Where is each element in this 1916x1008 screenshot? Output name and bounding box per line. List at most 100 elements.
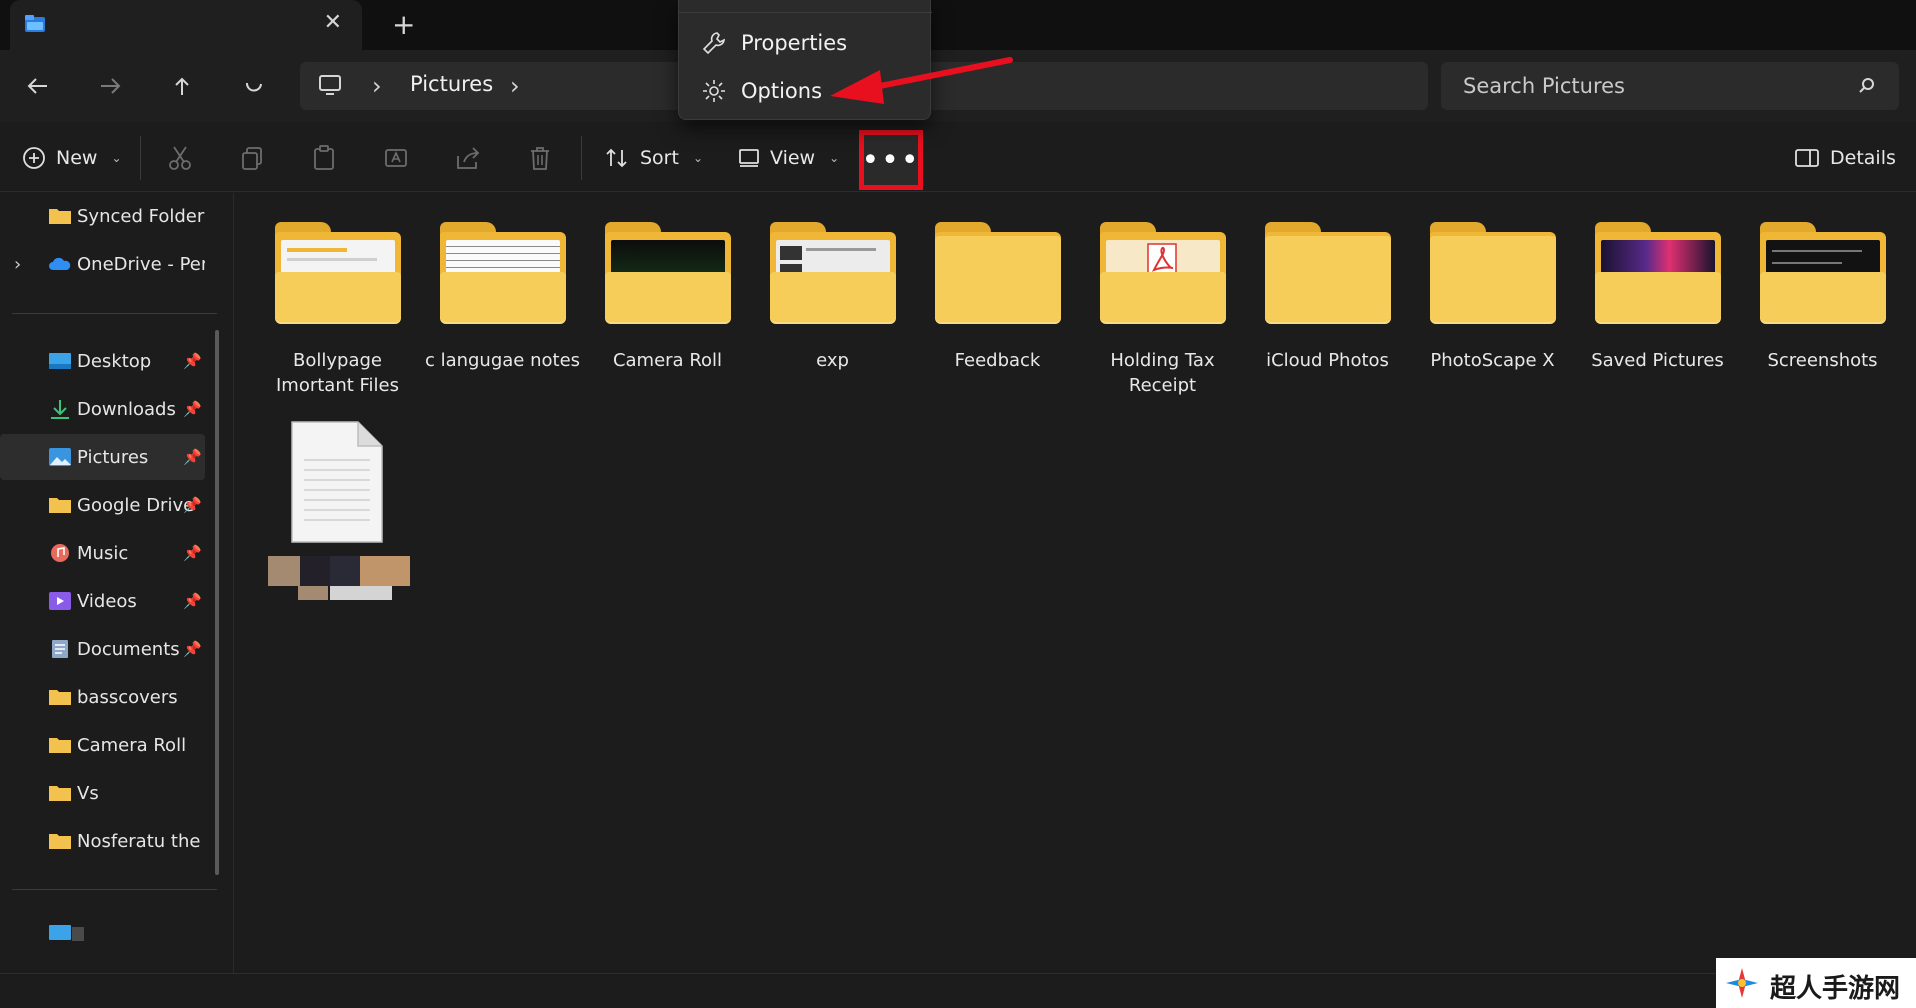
- sidebar-item-basscovers[interactable]: basscovers: [0, 674, 205, 720]
- pictures-icon: [49, 448, 71, 466]
- paste-icon[interactable]: [310, 144, 338, 172]
- back-button[interactable]: [18, 68, 58, 104]
- sidebar-item-music[interactable]: Music 📌: [0, 530, 205, 576]
- explorer-app-icon: [25, 15, 45, 32]
- toolbar-divider: [140, 136, 141, 180]
- folder-icon: [935, 222, 1061, 324]
- new-chevron-icon: ⌄: [111, 151, 122, 165]
- sidebar-item-nosferatu[interactable]: Nosferatu the Va: [0, 818, 205, 864]
- sort-button[interactable]: Sort ⌄: [604, 142, 703, 174]
- copy-icon[interactable]: [238, 144, 266, 172]
- item-name-line1: Holding Tax: [1110, 350, 1215, 371]
- sort-arrows-icon: [606, 148, 627, 168]
- details-pane-button[interactable]: Details: [1794, 142, 1896, 174]
- sidebar-item-onedrive[interactable]: › OneDrive - Perso: [0, 241, 205, 287]
- breadcrumb-pictures[interactable]: Pictures: [410, 72, 493, 96]
- document-file-icon[interactable]: [290, 420, 384, 544]
- sidebar-item-documents[interactable]: Documents 📌: [0, 626, 205, 672]
- expand-chevron-icon[interactable]: ›: [14, 254, 21, 275]
- search-input[interactable]: Search Pictures: [1463, 74, 1625, 98]
- this-pc-icon: [319, 75, 341, 95]
- sidebar-item-camera-roll[interactable]: Camera Roll: [0, 722, 205, 768]
- forward-button[interactable]: [90, 68, 130, 104]
- watermark-text: 超人手游网: [1770, 974, 1901, 1004]
- share-icon[interactable]: [454, 144, 482, 172]
- refresh-icon: [246, 82, 262, 92]
- this-pc-icon[interactable]: [48, 923, 86, 945]
- item-name-line2: Receipt: [1128, 375, 1197, 396]
- folder-icon: [49, 738, 71, 753]
- item-name-line1: PhotoScape X: [1430, 350, 1555, 371]
- wrench-icon: [702, 32, 725, 55]
- watermark-logo-icon: [1726, 968, 1758, 998]
- sort-label: Sort: [640, 147, 679, 169]
- status-bar: [0, 973, 1916, 1008]
- search-icon: [1859, 78, 1874, 93]
- folder-icon: [1430, 222, 1556, 324]
- refresh-button[interactable]: [234, 68, 274, 104]
- see-more-button[interactable]: •••: [859, 130, 923, 190]
- close-tab-button[interactable]: ✕: [324, 10, 342, 35]
- sidebar-item-google-drive[interactable]: Google Drive 📌: [0, 482, 205, 528]
- more-options-icon: •••: [861, 142, 921, 178]
- pin-icon: 📌: [183, 400, 202, 418]
- blurred-filename-thumbnail: [268, 556, 410, 600]
- breadcrumb-chevron-end[interactable]: ›: [510, 72, 520, 100]
- delete-icon[interactable]: [526, 144, 554, 172]
- view-icon: [739, 149, 759, 167]
- pin-icon: 📌: [183, 496, 202, 514]
- folder-icon: [275, 222, 401, 324]
- folder-icon: [605, 222, 731, 324]
- sidebar-scrollbar[interactable]: [215, 330, 219, 875]
- new-tab-button[interactable]: +: [392, 8, 415, 41]
- rename-icon[interactable]: [382, 144, 410, 172]
- folder-icon: [49, 834, 71, 849]
- sidebar-item-downloads[interactable]: Downloads 📌: [0, 386, 205, 432]
- desktop-icon: [49, 353, 71, 369]
- sidebar-item-pictures[interactable]: Pictures 📌: [0, 434, 205, 480]
- folder-icon: [49, 209, 71, 224]
- new-label: New: [56, 147, 98, 169]
- item-name-line1: Bollypage: [293, 350, 382, 371]
- details-label: Details: [1830, 147, 1896, 169]
- item-name-line2: Imortant Files: [275, 375, 400, 396]
- cut-icon[interactable]: [166, 144, 194, 172]
- download-arrow-icon: [51, 400, 69, 419]
- toolbar-divider-2: [581, 136, 582, 180]
- pin-icon: 📌: [183, 448, 202, 466]
- item-name-line1: Camera Roll: [612, 350, 723, 371]
- new-button[interactable]: New ⌄: [22, 142, 122, 174]
- title-bar: ✕ +: [0, 0, 1916, 50]
- view-label: View: [770, 147, 816, 169]
- explorer-tab[interactable]: ✕: [10, 0, 362, 50]
- sidebar-item-desktop[interactable]: Desktop 📌: [0, 338, 205, 384]
- item-name-line1: iCloud Photos: [1266, 350, 1389, 371]
- forward-arrow-icon: [101, 78, 121, 94]
- item-name-line1: exp: [816, 350, 849, 371]
- folder-icon: [1595, 222, 1721, 324]
- sidebar-divider: [12, 313, 217, 314]
- search-box[interactable]: Search Pictures: [1441, 62, 1899, 110]
- video-icon: [49, 592, 71, 610]
- navigation-pane: Synced Folders › OneDrive - Perso Deskto…: [0, 193, 234, 973]
- sidebar-item-videos[interactable]: Videos 📌: [0, 578, 205, 624]
- view-chevron-icon: ⌄: [829, 151, 840, 165]
- folder-icon: [770, 222, 896, 324]
- site-watermark: 超人手游网: [1716, 958, 1916, 1008]
- folder-icon: [1760, 222, 1886, 324]
- up-button[interactable]: [162, 68, 202, 104]
- item-name-line1: Saved Pictures: [1591, 350, 1724, 371]
- up-arrow-icon: [175, 77, 189, 95]
- menu-divider: [679, 12, 932, 13]
- sidebar-item-synced-folders[interactable]: Synced Folders: [0, 193, 205, 239]
- sidebar-item-vs[interactable]: Vs: [0, 770, 205, 816]
- music-icon: [51, 544, 69, 562]
- folder-icon: [49, 498, 71, 513]
- command-bar: New ⌄ Sort ⌄ View ⌄ Details: [0, 122, 1916, 192]
- item-name-line1: Feedback: [954, 350, 1041, 371]
- folder-icon: [49, 690, 71, 705]
- view-button[interactable]: View ⌄: [738, 142, 839, 174]
- pin-icon: 📌: [183, 592, 202, 610]
- breadcrumb-chevron[interactable]: ›: [372, 72, 382, 100]
- item-name-line1: c langugae notes: [424, 350, 581, 371]
